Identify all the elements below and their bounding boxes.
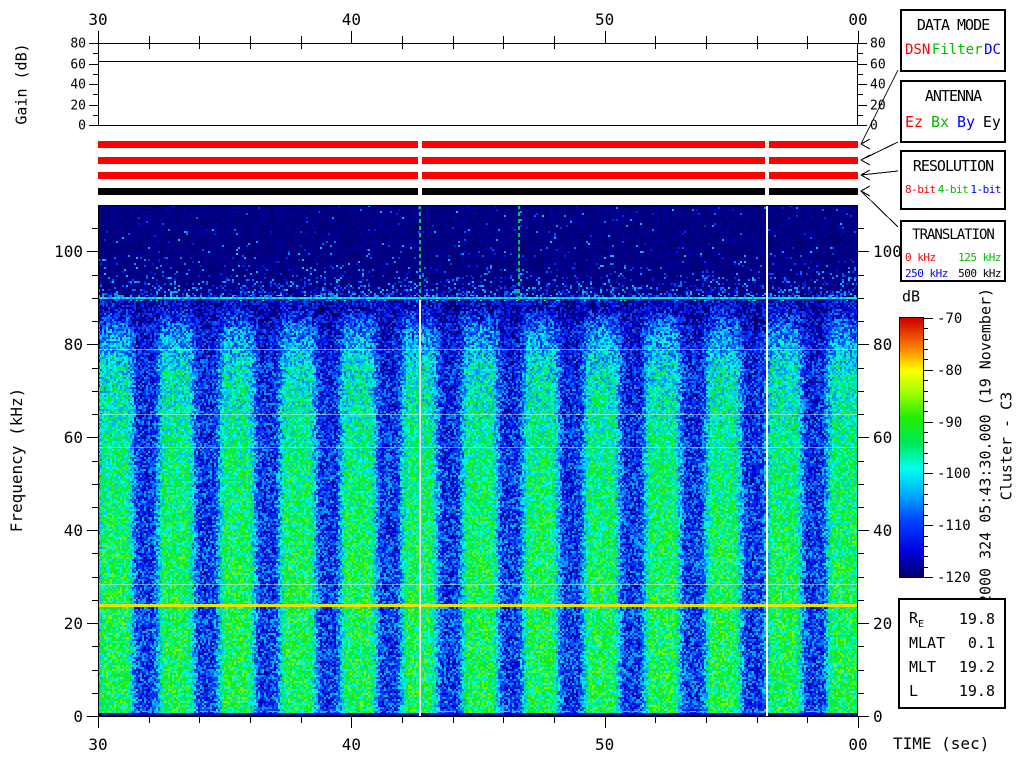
tick-label: 80	[64, 337, 83, 353]
legend-item: DC	[984, 42, 1001, 58]
legend-title: DATA MODE	[902, 16, 1004, 34]
tick-label: 40	[342, 737, 361, 753]
info-row: RE 19.8	[909, 607, 995, 631]
legend-title: TRANSLATION	[902, 227, 1004, 243]
legend-box-antenna: ANTENNA Ez Bx By Ey	[900, 80, 1006, 143]
info-cell: 0.1	[968, 634, 995, 652]
info-row: MLT 19.2	[909, 655, 995, 679]
tick-label: -90	[937, 416, 962, 430]
tick-label: 100	[54, 244, 83, 260]
legend-item: Filter	[932, 42, 983, 58]
tick-label: 0	[73, 709, 83, 725]
info-cell: 19.8	[959, 610, 995, 628]
status-bar-1	[422, 141, 765, 148]
tick-label: 100	[873, 244, 902, 260]
info-cell: MLT	[909, 658, 936, 676]
tick-label: 60	[70, 58, 86, 71]
legend-title: ANTENNA	[902, 87, 1004, 105]
info-row: L 19.8	[909, 679, 995, 703]
colorbar-db-label: dB	[902, 290, 920, 305]
legend-item: 125 kHz	[958, 251, 1001, 264]
tick-label: 60	[870, 58, 886, 71]
legend-item: 8-bit	[905, 183, 936, 196]
legend-item: DSN	[905, 42, 930, 58]
legend-box-resolution: RESOLUTION 8-bit 4-bit 1-bit	[900, 150, 1006, 210]
time-axis-label: TIME (sec)	[893, 736, 989, 752]
legend-item: 500 kHz	[958, 267, 1001, 280]
legend-title: RESOLUTION	[902, 157, 1004, 175]
tick-label: 40	[64, 523, 83, 539]
tick-label: 80	[873, 337, 892, 353]
orbit-info-box: RE 19.8 MLAT 0.1 MLT 19.2 L 19.8	[898, 598, 1006, 709]
tick-label: 30	[88, 12, 107, 28]
tick-label: -70	[937, 312, 962, 326]
legend-box-translation: TRANSLATION 0 kHz 125 kHz 250 kHz 500 kHz	[900, 220, 1006, 282]
tick-label: 20	[873, 616, 892, 632]
legend-item: 4-bit	[938, 183, 969, 196]
gain-axis-label: Gain (dB)	[15, 43, 30, 124]
tick-label: 40	[342, 12, 361, 28]
tick-label: 40	[873, 523, 892, 539]
status-bar-2	[422, 157, 765, 164]
tick-label: 00	[848, 12, 867, 28]
tick-label: -120	[937, 571, 971, 585]
spacecraft-label: Cluster - C3	[1000, 392, 1015, 500]
status-bar-2	[98, 157, 418, 164]
status-bar-3	[98, 172, 418, 179]
tick-label: 40	[70, 78, 86, 91]
tick-label: 30	[88, 737, 107, 753]
tick-label: 20	[64, 616, 83, 632]
status-bar-4	[769, 188, 858, 195]
axes-overlay-svg	[0, 0, 1024, 768]
frequency-axis-label: Frequency (kHz)	[9, 388, 25, 533]
tick-label: 20	[70, 99, 86, 112]
legend-item: Ez	[905, 113, 923, 131]
wbd-spectrogram-plot: DATA MODE DSN Filter DC ANTENNA Ez Bx By Ey RESOL…	[0, 0, 1024, 768]
tick-label: -110	[937, 519, 971, 533]
status-bar-4	[422, 188, 765, 195]
tick-label: 80	[70, 37, 86, 50]
info-cell: RE	[909, 609, 924, 630]
datetime-label: 2000 324 05:43:30.000 (19 November)	[979, 288, 994, 604]
tick-label: -100	[937, 467, 971, 481]
legend-item: Bx	[931, 113, 949, 131]
legend-item: 250 kHz	[905, 267, 948, 280]
legend-box-data-mode: DATA MODE DSN Filter DC	[900, 9, 1006, 72]
tick-label: 50	[595, 737, 614, 753]
legend-item: 1-bit	[970, 183, 1001, 196]
status-bar-3	[422, 172, 765, 179]
info-cell: MLAT	[909, 634, 945, 652]
legend-item: 0 kHz	[905, 251, 936, 264]
tick-label: -80	[937, 364, 962, 378]
info-cell: 19.2	[959, 658, 995, 676]
status-bar-2	[769, 157, 858, 164]
tick-label: 20	[870, 99, 886, 112]
legend-item: Ey	[983, 113, 1001, 131]
status-bar-3	[769, 172, 858, 179]
tick-label: 80	[870, 37, 886, 50]
tick-label: 40	[870, 78, 886, 91]
info-cell: 19.8	[959, 682, 995, 700]
tick-label: 0	[873, 709, 883, 725]
tick-label: 0	[78, 119, 86, 132]
tick-label: 60	[873, 430, 892, 446]
tick-label: 0	[870, 119, 878, 132]
status-bar-4	[98, 188, 418, 195]
status-bar-1	[769, 141, 858, 148]
info-cell: L	[909, 682, 918, 700]
legend-item: By	[957, 113, 975, 131]
tick-label: 60	[64, 430, 83, 446]
tick-label: 00	[848, 737, 867, 753]
info-row: MLAT 0.1	[909, 631, 995, 655]
status-bar-1	[98, 141, 418, 148]
tick-label: 50	[595, 12, 614, 28]
